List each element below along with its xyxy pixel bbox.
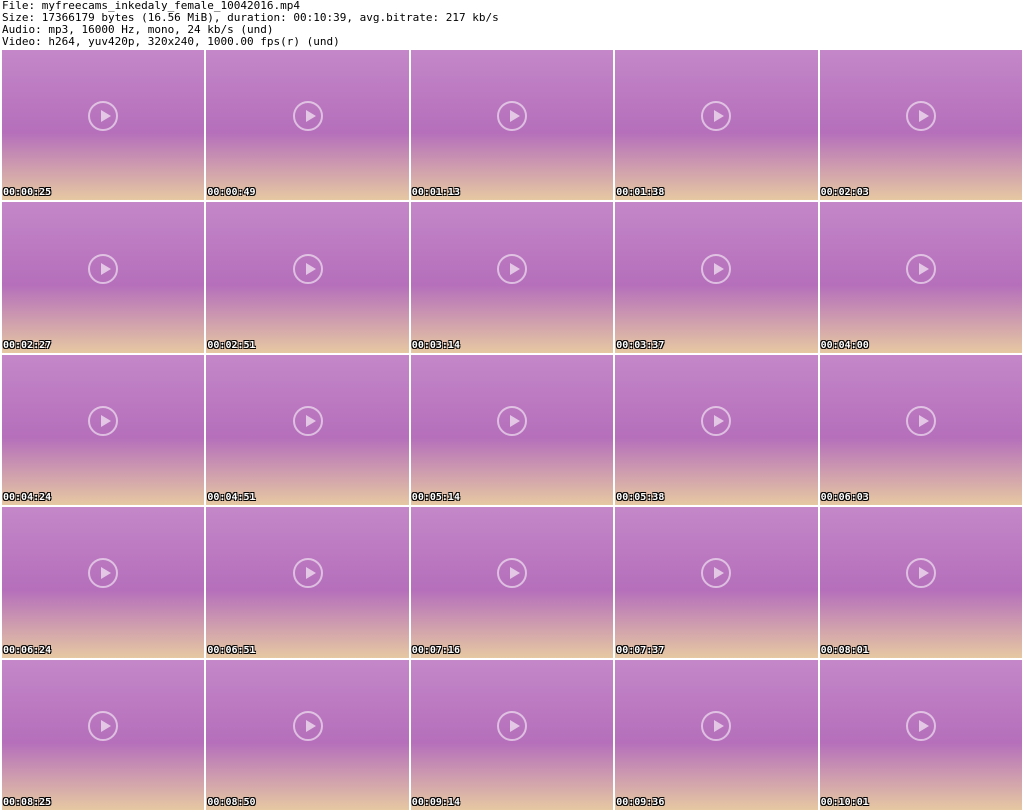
thumbnail-timestamp: 00:09:36 [616,796,665,808]
thumbnail-timestamp: 00:00:49 [207,187,256,199]
play-icon [88,405,119,436]
play-icon [88,253,119,284]
video-info-line: Video: h264, yuv420p, 320x240, 1000.00 f… [2,36,340,48]
play-icon [496,101,527,132]
video-thumbnail[interactable]: 00:05:14 [410,354,614,506]
play-icon [292,710,323,741]
video-thumbnail[interactable]: 00:06:03 [819,354,1022,506]
video-thumbnail[interactable]: 00:04:00 [819,202,1022,353]
play-icon [905,710,936,741]
thumbnail-timestamp: 00:03:14 [411,339,460,351]
thumbnail-timestamp: 00:08:25 [3,796,52,808]
video-thumbnail[interactable]: 00:02:03 [819,50,1022,201]
thumbnail-timestamp: 00:05:38 [616,492,665,504]
thumbnail-timestamp: 00:08:01 [820,644,869,656]
video-thumbnail[interactable]: 00:04:24 [2,354,205,506]
video-thumbnail[interactable]: 00:02:51 [206,202,409,353]
video-thumbnail[interactable]: 00:07:37 [615,507,818,658]
thumbnail-timestamp: 00:06:24 [3,644,52,656]
play-icon [292,253,323,284]
thumbnail-timestamp: 00:06:51 [207,644,256,656]
thumbnail-timestamp: 00:02:51 [207,339,256,351]
thumbnail-timestamp: 00:07:37 [616,644,665,656]
video-thumbnail[interactable]: 00:02:27 [2,202,205,353]
play-icon [905,558,936,589]
play-icon [496,558,527,589]
video-thumbnail[interactable]: 00:05:38 [615,354,818,506]
play-icon [905,253,936,284]
video-thumbnail[interactable]: 00:04:51 [206,354,409,506]
thumbnail-grid: 00:00:25 00:00:49 00:01:13 00:01:38 00:02:03… [2,50,1022,810]
play-icon [496,710,527,741]
video-thumbnail[interactable]: 00:03:37 [615,202,818,353]
thumbnail-timestamp: 00:04:24 [3,492,52,504]
thumbnail-timestamp: 00:06:03 [820,492,869,504]
video-thumbnail[interactable]: 00:08:50 [206,659,409,810]
play-icon [88,558,119,589]
thumbnail-timestamp: 00:09:14 [411,796,460,808]
video-thumbnail[interactable]: 00:00:49 [206,50,409,201]
play-icon [701,405,732,436]
file-name-line: File: myfreecams_inkedaly_female_1004201… [2,0,301,12]
video-thumbnail[interactable]: 00:07:16 [410,507,614,658]
thumbnail-timestamp: 00:01:38 [616,187,665,199]
thumbnail-timestamp: 00:05:14 [411,492,460,504]
thumbnail-timestamp: 00:04:00 [820,339,869,351]
play-icon [496,405,527,436]
video-thumbnail[interactable]: 00:08:01 [819,507,1022,658]
video-thumbnail[interactable]: 00:09:14 [410,659,614,810]
play-icon [292,101,323,132]
video-thumbnail[interactable]: 00:00:25 [2,50,205,201]
thumbnail-timestamp: 00:02:03 [820,187,869,199]
play-icon [292,405,323,436]
thumbnail-timestamp: 00:07:16 [411,644,460,656]
play-icon [496,253,527,284]
video-thumbnail[interactable]: 00:10:01 [819,659,1022,810]
play-icon [701,710,732,741]
video-thumbnail[interactable]: 00:06:51 [206,507,409,658]
play-icon [701,101,732,132]
play-icon [88,101,119,132]
file-size-line: Size: 17366179 bytes (16.56 MiB), durati… [2,12,499,24]
video-thumbnail[interactable]: 00:06:24 [2,507,205,658]
video-thumbnail[interactable]: 00:03:14 [410,202,614,353]
play-icon [905,405,936,436]
thumbnail-timestamp: 00:04:51 [207,492,256,504]
play-icon [905,101,936,132]
thumbnail-timestamp: 00:01:13 [411,187,460,199]
video-thumbnail[interactable]: 00:08:25 [2,659,205,810]
thumbnail-timestamp: 00:00:25 [3,187,52,199]
video-thumbnail[interactable]: 00:01:13 [410,50,614,201]
video-thumbnail[interactable]: 00:09:36 [615,659,818,810]
play-icon [701,558,732,589]
play-icon [88,710,119,741]
thumbnail-timestamp: 00:02:27 [3,339,52,351]
file-info-header: File: myfreecams_inkedaly_female_1004201… [2,0,1022,50]
video-thumbnail[interactable]: 00:01:38 [615,50,818,201]
play-icon [701,253,732,284]
play-icon [292,558,323,589]
thumbnail-timestamp: 00:10:01 [820,796,869,808]
thumbnail-timestamp: 00:03:37 [616,339,665,351]
thumbnail-timestamp: 00:08:50 [207,796,256,808]
audio-info-line: Audio: mp3, 16000 Hz, mono, 24 kb/s (und… [2,24,274,36]
